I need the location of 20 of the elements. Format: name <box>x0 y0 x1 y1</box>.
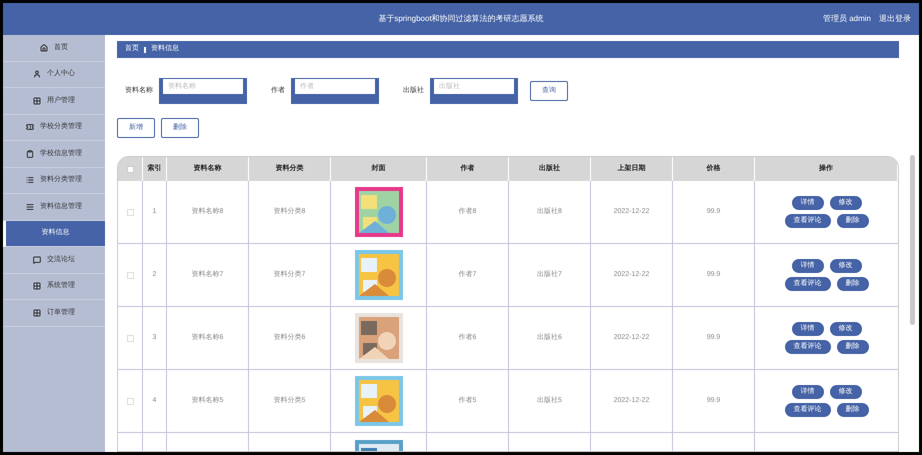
grid-icon <box>33 308 41 317</box>
message-icon <box>33 256 41 264</box>
scrollbar[interactable] <box>910 155 915 325</box>
list-icon <box>26 176 34 184</box>
grid-icon <box>33 96 41 105</box>
user-label: 管理员 admin <box>822 13 871 25</box>
grid-icon <box>33 282 41 290</box>
logout-link[interactable]: 退出登录 <box>879 13 911 25</box>
list-icon <box>26 202 34 211</box>
ticket-icon <box>26 123 34 132</box>
user-icon <box>33 70 41 78</box>
separator-icon <box>144 46 146 52</box>
app-title: 基于springboot和协同过滤算法的考研志愿系统 <box>378 13 544 25</box>
row-checkbox[interactable] <box>126 208 134 216</box>
row-checkbox[interactable] <box>126 398 134 404</box>
clipboard-icon <box>26 150 34 158</box>
home-icon <box>40 44 48 52</box>
row-checkbox[interactable] <box>126 272 134 278</box>
row-checkbox[interactable] <box>126 334 134 342</box>
select-all-checkbox[interactable] <box>126 166 134 172</box>
